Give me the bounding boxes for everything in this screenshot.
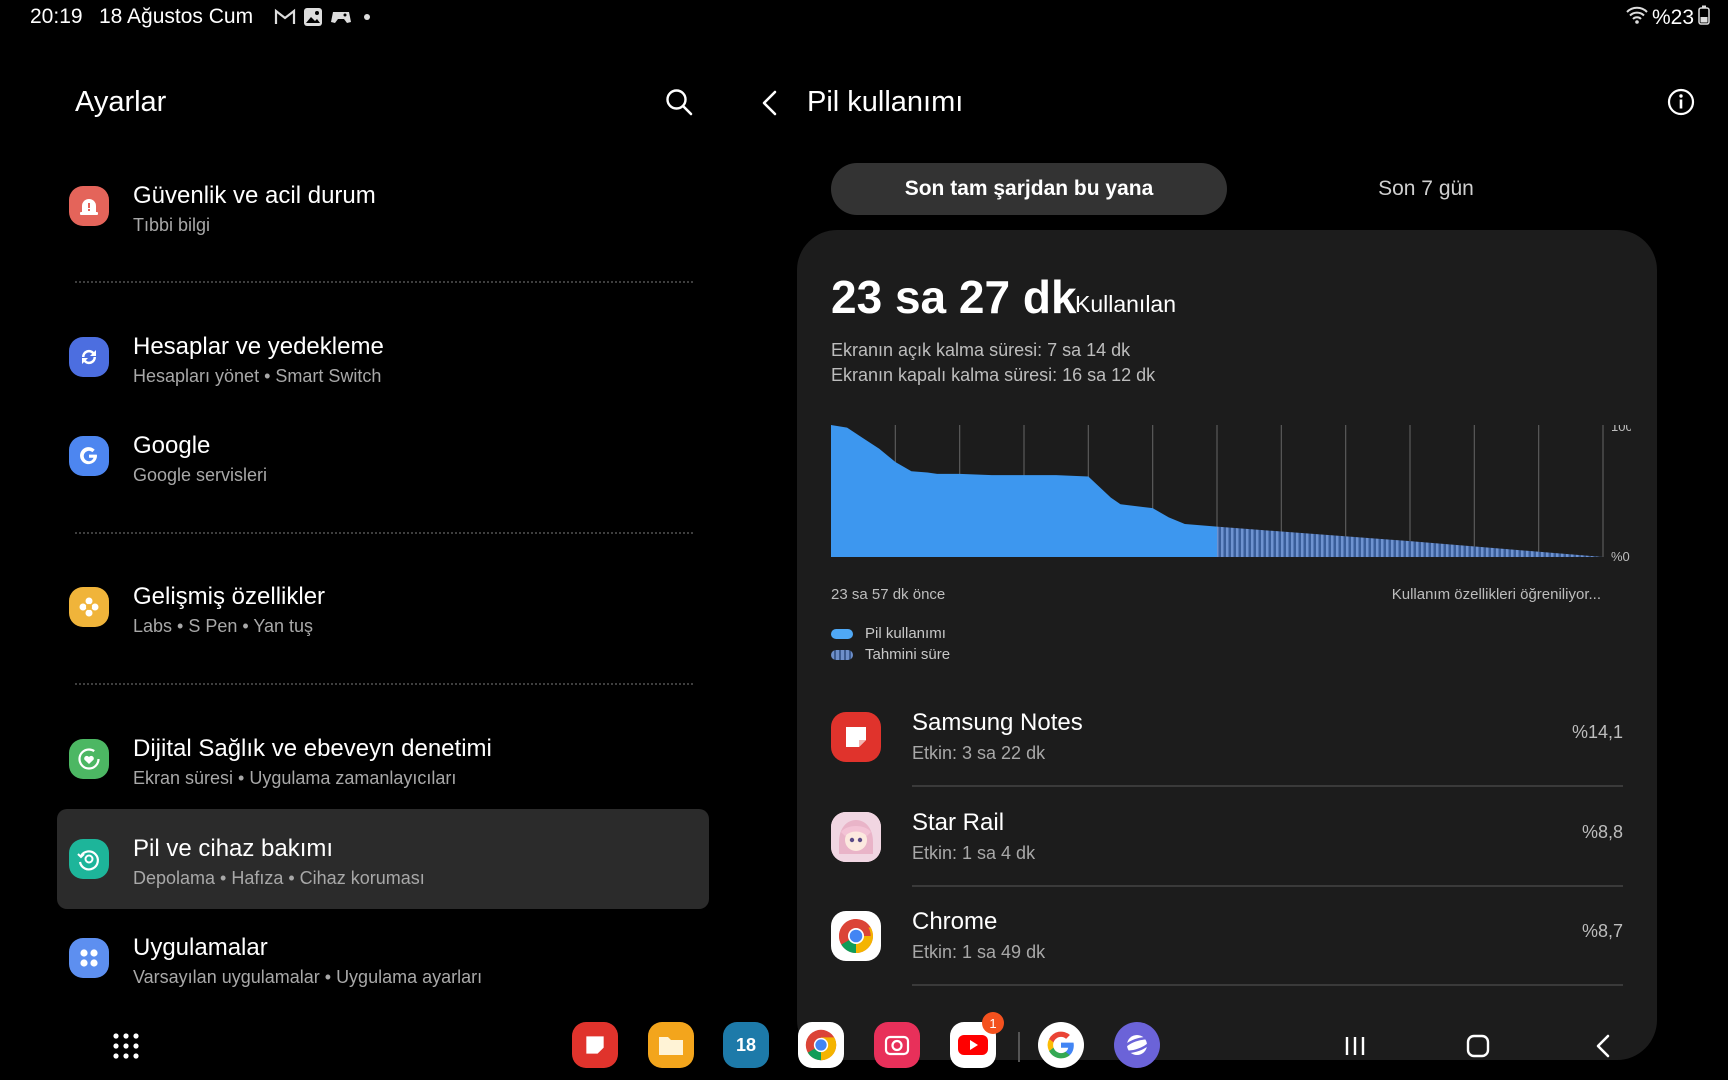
settings-item-apps[interactable]: Uygulamalar Varsayılan uygulamalar • Uyg… (57, 908, 709, 1008)
app-name: Chrome (912, 908, 998, 935)
app-drawer-icon[interactable] (112, 1032, 140, 1060)
youtube-dock-icon[interactable]: 1 (950, 1012, 1004, 1068)
app-usage-row[interactable]: Chrome Etkin: 1 sa 49 dk %8,7 (831, 886, 1623, 986)
status-bar: 20:19 18 Ağustos Cum %23 (0, 0, 1728, 36)
app-active-time: Etkin: 3 sa 22 dk (912, 743, 1046, 763)
y-tick-label: %0 (1611, 549, 1630, 564)
gmail-icon (274, 6, 296, 28)
y-tick-label: 100 (1611, 425, 1631, 434)
back-icon[interactable] (756, 88, 786, 118)
google-icon (69, 436, 109, 476)
tab-last-7-days[interactable]: Son 7 gün (1228, 163, 1624, 215)
samsung-notes-dock-icon[interactable] (572, 1022, 618, 1068)
notification-icons (274, 6, 370, 28)
wifi-icon (1626, 6, 1648, 30)
app-name: Star Rail (912, 809, 1005, 836)
sync-icon (69, 337, 109, 377)
emergency-icon (69, 186, 109, 226)
gallery-icon (302, 6, 324, 28)
total-usage-time: 23 sa 27 dk (831, 271, 1077, 323)
settings-item-title: Hesaplar ve yedekleme (133, 333, 384, 360)
app-usage-row[interactable]: Star Rail Etkin: 1 sa 4 dk %8,8 (831, 787, 1623, 887)
battery-usage-chart: 100 %0 (831, 425, 1631, 564)
screen-on-time: Ekranın açık kalma süresi: 7 sa 14 dk (831, 340, 1131, 360)
app-active-time: Etkin: 1 sa 49 dk (912, 942, 1046, 962)
more-notifications-dot (364, 14, 370, 20)
star-rail-icon (831, 812, 881, 862)
apps-icon (69, 938, 109, 978)
my-files-dock-icon[interactable] (648, 1022, 694, 1068)
settings-item-title: Google (133, 432, 211, 459)
settings-item-title: Pil ve cihaz bakımı (133, 835, 334, 862)
settings-item-subtitle: Ekran süresi • Uygulama zamanlayıcıları (133, 768, 457, 788)
app-usage-row[interactable]: Samsung Notes Etkin: 3 sa 22 dk %14,1 (831, 687, 1623, 787)
page-title: Pil kullanımı (807, 86, 964, 118)
device-care-icon (69, 839, 109, 879)
app-battery-percent: %14,1 (1571, 722, 1623, 742)
settings-item-accounts[interactable]: Hesaplar ve yedekleme Hesapları yönet • … (57, 307, 709, 407)
recent-apps-button[interactable] (1339, 1030, 1371, 1062)
settings-item-subtitle: Tıbbi bilgi (133, 215, 211, 235)
settings-item-subtitle: Labs • S Pen • Yan tuş (133, 616, 314, 636)
legend-swatch (831, 649, 853, 660)
settings-item-subtitle: Depolama • Hafıza • Cihaz koruması (133, 868, 425, 888)
home-button[interactable] (1462, 1030, 1494, 1062)
chrome-dock-icon[interactable] (798, 1022, 844, 1068)
screen-off-time: Ekranın kapalı kalma süresi: 16 sa 12 dk (831, 365, 1156, 385)
total-usage-label: Kullanılan (1075, 291, 1177, 317)
samsung-notes-icon (831, 712, 881, 762)
calendar-dock-icon[interactable]: 18 (723, 1022, 769, 1068)
chart-start-label: 23 sa 57 dk önce (831, 586, 946, 603)
settings-item-title: Gelişmiş özellikler (133, 583, 326, 610)
battery-icon (1698, 5, 1710, 31)
legend-swatch (831, 628, 853, 639)
search-icon[interactable] (664, 87, 694, 117)
battery-usage-card: 23 sa 27 dk Kullanılan Ekranın açık kalm… (797, 230, 1657, 1060)
internet-dock-icon[interactable] (1114, 1022, 1160, 1068)
wellbeing-icon (69, 739, 109, 779)
back-button[interactable] (1588, 1030, 1620, 1062)
navigation-bar: 18 1 (0, 1010, 1728, 1080)
settings-item-subtitle: Hesapları yönet • Smart Switch (133, 366, 382, 386)
settings-item-title: Uygulamalar (133, 934, 268, 961)
section-divider (75, 281, 693, 283)
info-icon[interactable] (1666, 87, 1696, 117)
camera-dock-icon[interactable] (874, 1022, 920, 1068)
section-divider (75, 683, 693, 685)
game-icon (330, 6, 352, 28)
legend-estimated-time: Tahmini süre (831, 646, 950, 663)
battery-percent: %23 (1651, 6, 1694, 29)
row-divider (912, 984, 1623, 986)
legend-label: Tahmini süre (865, 646, 951, 663)
chrome-icon (831, 911, 881, 961)
section-divider (75, 532, 693, 534)
status-time: 20:19 (30, 5, 83, 28)
legend-battery-usage: Pil kullanımı (831, 625, 946, 642)
notification-badge: 1 (982, 1012, 1004, 1034)
settings-item-advanced[interactable]: Gelişmiş özellikler Labs • S Pen • Yan t… (57, 557, 709, 657)
settings-item-title: Dijital Sağlık ve ebeveyn denetimi (133, 735, 492, 762)
settings-item-subtitle: Google servisleri (133, 465, 268, 485)
settings-item-wellbeing[interactable]: Dijital Sağlık ve ebeveyn denetimi Ekran… (57, 709, 709, 809)
settings-item-title: Güvenlik ve acil durum (133, 182, 376, 209)
app-battery-percent: %8,8 (1581, 822, 1623, 842)
settings-title: Ayarlar (75, 86, 167, 118)
status-date: 18 Ağustos Cum (99, 5, 254, 28)
app-name: Samsung Notes (912, 709, 1083, 736)
google-dock-icon[interactable] (1038, 1022, 1084, 1068)
settings-item-google[interactable]: Google Google servisleri (57, 406, 709, 506)
chart-end-label: Kullanım özellikleri öğreniliyor... (1391, 586, 1601, 603)
legend-label: Pil kullanımı (865, 625, 946, 642)
settings-item-security[interactable]: Güvenlik ve acil durum Tıbbi bilgi (57, 156, 709, 256)
settings-item-subtitle: Varsayılan uygulamalar • Uygulama ayarla… (133, 967, 483, 987)
settings-item-device-care[interactable]: Pil ve cihaz bakımı Depolama • Hafıza • … (57, 809, 709, 909)
tab-since-last-charge[interactable]: Son tam şarjdan bu yana (831, 163, 1227, 215)
app-battery-percent: %8,7 (1581, 921, 1623, 941)
status-right: %23 (1626, 5, 1710, 31)
advanced-icon (69, 587, 109, 627)
app-active-time: Etkin: 1 sa 4 dk (912, 843, 1036, 863)
dock-separator (1018, 1032, 1020, 1062)
